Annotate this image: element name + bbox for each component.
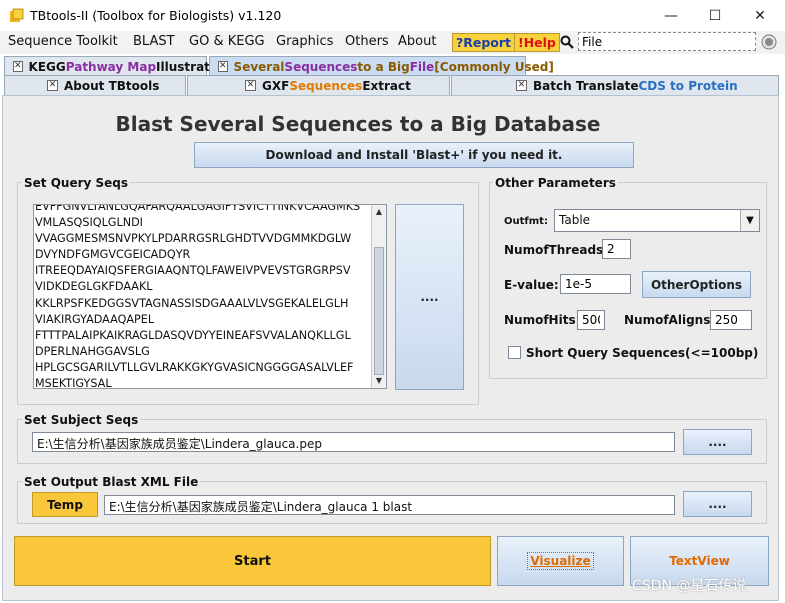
output-path-input[interactable]: E:\生信分析\基因家族成员鉴定\Lindera_glauca 1 blast: [104, 495, 675, 515]
tab-about-tbtools[interactable]: ✕ About TBtools: [4, 75, 186, 95]
sequence-line: ITREEQDAYAIQSFERGIAAQNTQLFAWEIVPVEVSTGRG…: [35, 264, 351, 278]
sequence-line: DVYNDFGMGVCGEICADQYR: [35, 248, 191, 262]
help-button[interactable]: !Help: [514, 33, 560, 52]
start-button[interactable]: Start: [14, 536, 491, 586]
tab-label: Batch Translate: [533, 78, 639, 93]
tab-label: [Commonly Used]: [434, 59, 554, 74]
sequence-line: VIDKDEGLGKFDAAKL: [35, 280, 153, 294]
tab-label: File: [409, 59, 435, 74]
sequence-line: FTTTPALAIPKAIKRAGLDASQVDYYEINEAFSVVALANQ…: [35, 328, 351, 342]
evalue-input[interactable]: [560, 274, 631, 294]
watermark: CSDN @星石传说: [632, 578, 747, 594]
tab-label: Sequences: [289, 78, 363, 93]
sequence-line: VIAKIRGYADAAQAPEL: [35, 312, 155, 326]
tab-label: Pathway Map: [65, 59, 157, 74]
menu-graphics[interactable]: Graphics: [276, 34, 333, 49]
close-tab-icon[interactable]: ✕: [516, 80, 527, 91]
evalue-label: E-value:: [504, 278, 559, 292]
window-title: TBtools-II (Toolbox for Biologists) v1.1…: [30, 8, 282, 23]
tab-label: Extract: [362, 78, 411, 93]
outfmt-selected-value: Table: [559, 213, 591, 227]
maximize-button[interactable]: ☐: [693, 0, 737, 31]
download-blast-button[interactable]: Download and Install 'Blast+' if you nee…: [194, 142, 634, 168]
record-circle-icon[interactable]: [761, 34, 777, 53]
scroll-down-icon[interactable]: ▼: [373, 375, 385, 387]
hits-input[interactable]: [577, 310, 605, 330]
tab-label: Sequences: [284, 59, 358, 74]
close-tab-icon[interactable]: ✕: [245, 80, 256, 91]
outfmt-select[interactable]: Table: [554, 209, 760, 232]
other-parameters-title: Other Parameters: [493, 176, 618, 190]
close-tab-icon[interactable]: ✕: [13, 61, 23, 72]
short-query-checkbox[interactable]: [508, 346, 521, 359]
tab-label: to a Big: [357, 59, 410, 74]
menu-about[interactable]: About: [398, 34, 436, 49]
hits-label: NumofHits:: [504, 313, 581, 327]
tab-batch-translate[interactable]: ✕ Batch Translate CDS to Protein: [451, 75, 779, 95]
subject-seqs-title: Set Subject Seqs: [22, 413, 141, 427]
sequence-line: HPLGCSGARILVTLLGVLRAKKGKYGVASICNGGGGASAL…: [35, 360, 354, 374]
sequence-line: DPERLNAHGGAVSLG: [35, 344, 150, 358]
aligns-label: NumofAligns:: [624, 313, 716, 327]
other-options-button[interactable]: OtherOptions: [642, 271, 751, 298]
tab-gxf-sequences-extract[interactable]: ✕ GXF Sequences Extract: [187, 75, 450, 95]
app-logo-icon: [9, 8, 24, 23]
tab-several-sequences-active[interactable]: ✕ Several Sequences to a Big File [Commo…: [209, 56, 554, 76]
sequence-line: EVFFGNVLTANLGQAFARQAALGAGIFYSVICTTINKVCA…: [35, 204, 361, 213]
output-browse-button[interactable]: ....: [683, 491, 752, 517]
threads-input[interactable]: [602, 239, 631, 259]
subject-path-input[interactable]: E:\生信分析\基因家族成员鉴定\Lindera_glauca.pep: [32, 432, 675, 452]
menu-sequence-toolkit[interactable]: Sequence Toolkit: [8, 34, 118, 49]
visualize-button[interactable]: Visualize: [497, 536, 624, 586]
menu-others[interactable]: Others: [345, 34, 389, 49]
visualize-label: Visualize: [527, 552, 594, 570]
report-button[interactable]: ?Report: [452, 33, 516, 52]
close-tab-icon[interactable]: ✕: [47, 80, 58, 91]
scroll-up-icon[interactable]: ▲: [373, 206, 385, 218]
close-button[interactable]: ✕: [738, 0, 782, 31]
tab-label: GXF: [262, 78, 290, 93]
query-sequence-textarea[interactable]: EVFFGNVLTANLGQAFARQAALGAGIFYSVICTTINKVCA…: [33, 204, 387, 389]
chevron-down-icon[interactable]: ▼: [740, 210, 759, 231]
tab-label: Several: [233, 59, 285, 74]
close-tab-icon[interactable]: ✕: [218, 61, 228, 72]
search-icon: [560, 35, 574, 52]
sequence-line: VMLASQSIQLGLNDI: [35, 216, 143, 230]
menu-blast[interactable]: BLAST: [133, 34, 175, 49]
tab-label: KEGG: [28, 59, 66, 74]
sequence-line: KKLRPSFKEDGGSVTAGNASSISDGAAALVLVSGEKALEL…: [35, 296, 349, 310]
temp-button[interactable]: Temp: [32, 492, 98, 517]
tab-kegg-pathway-map[interactable]: ✕ KEGG Pathway Map Illustrate: [4, 56, 218, 76]
sequence-line: MSEKTIGYSAL: [35, 377, 112, 389]
scrollbar-thumb[interactable]: [374, 247, 384, 375]
query-seqs-title: Set Query Seqs: [22, 176, 131, 190]
threads-label: NumofThreads:: [504, 243, 608, 257]
sequence-lines: EVFFGNVLTANLGQAFARQAALGAGIFYSVICTTINKVCA…: [34, 204, 372, 389]
sequence-line: VVAGGMESMSNVPKYLPDARRGSRLGHDTVVDGMMKDGLW: [35, 232, 352, 246]
short-query-label: Short Query Sequences(<=100bp): [526, 346, 759, 360]
tab-label: About TBtools: [64, 78, 160, 93]
search-input[interactable]: [578, 32, 756, 51]
menu-go-kegg[interactable]: GO & KEGG: [189, 34, 265, 49]
outfmt-label: Outfmt:: [504, 216, 548, 227]
vertical-scrollbar[interactable]: ▲ ▼: [371, 205, 386, 388]
aligns-input[interactable]: [710, 310, 752, 330]
minimize-button[interactable]: —: [649, 0, 693, 31]
page-title: Blast Several Sequences to a Big Databas…: [115, 112, 601, 136]
output-title: Set Output Blast XML File: [22, 475, 201, 489]
query-browse-button[interactable]: ....: [395, 204, 464, 390]
subject-browse-button[interactable]: ....: [683, 429, 752, 455]
tab-label: CDS to Protein: [638, 78, 738, 93]
